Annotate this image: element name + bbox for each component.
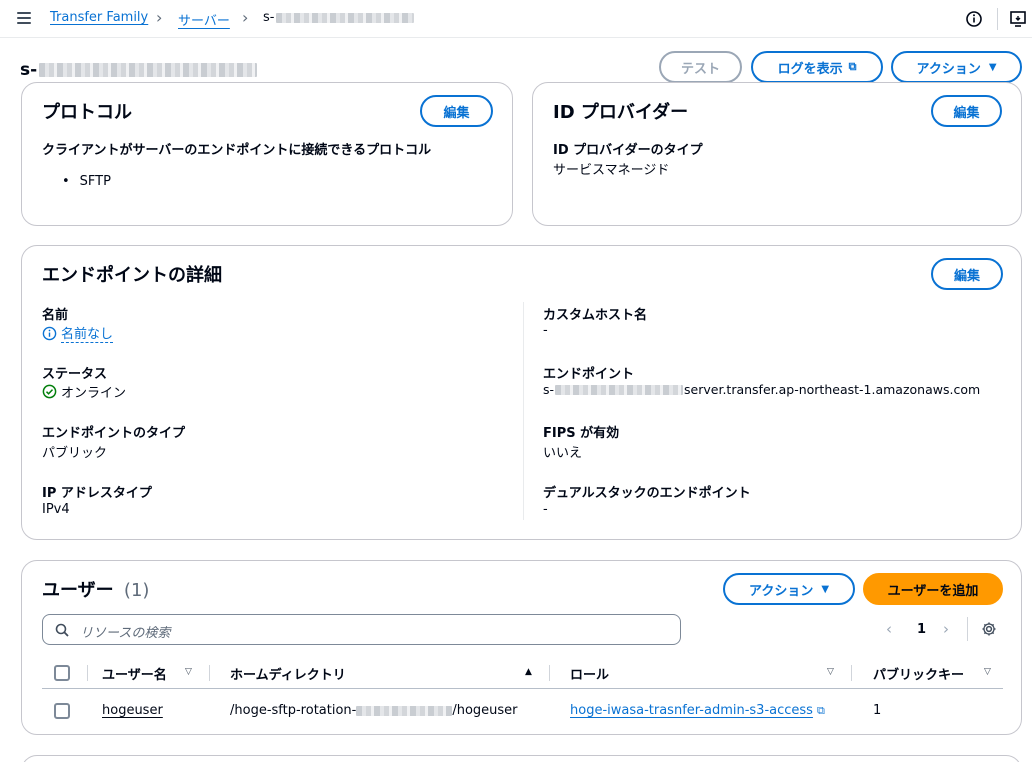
column-username[interactable]: ユーザー名	[102, 664, 167, 683]
chevron-right-icon: ›	[156, 8, 163, 27]
role-link[interactable]: hoge-iwasa-trasnfer-admin-s3-access ⧉	[570, 703, 825, 718]
endpoint-value: s-server.transfer.ap-northeast-1.amazona…	[543, 382, 981, 397]
sort-icon[interactable]: ▽	[984, 667, 991, 677]
external-link-icon: ⧉	[848, 60, 857, 73]
external-link-icon: ⧉	[816, 704, 825, 717]
sort-icon[interactable]: ▽	[827, 667, 834, 677]
select-all-checkbox[interactable]	[54, 665, 70, 681]
column-separator	[209, 665, 210, 681]
card-title: エンドポイントの詳細	[42, 265, 222, 286]
column-divider	[523, 302, 524, 520]
info-icon[interactable]	[964, 9, 984, 29]
success-check-icon	[42, 384, 57, 399]
custom-hostname-value: -	[543, 323, 548, 338]
sort-icon[interactable]: ▽	[185, 667, 192, 677]
card-title: ID プロバイダー	[553, 102, 689, 123]
column-separator	[851, 665, 852, 681]
current-page[interactable]: 1	[917, 622, 926, 637]
card-title: ユーザー (1)	[42, 580, 150, 601]
sort-ascending-icon[interactable]: ▲	[525, 667, 532, 677]
table-row: hogeuser /hoge-sftp-rotation-/hogeuser h…	[42, 691, 1003, 731]
next-section-card	[21, 755, 1022, 762]
protocols-label: クライアントがサーバーのエンドポイントに接続できるプロトコル	[42, 143, 432, 158]
settings-gear-icon[interactable]	[981, 621, 997, 637]
endpoint-type-label: エンドポイントのタイプ	[42, 426, 186, 441]
status-value: オンライン	[42, 382, 126, 401]
caret-down-icon: ▼	[821, 583, 830, 595]
ip-address-type-value: IPv4	[42, 502, 70, 517]
column-separator	[549, 665, 550, 681]
divider	[967, 617, 968, 641]
fips-value: いいえ	[543, 446, 583, 461]
divider	[997, 8, 998, 30]
endpoint-label: エンドポイント	[543, 367, 635, 382]
top-navigation: Transfer Family › サーバー › s-	[0, 0, 1032, 38]
view-logs-button[interactable]: ログを表示 ⧉	[751, 51, 883, 83]
chevron-right-icon: ›	[242, 8, 249, 27]
users-card: ユーザー (1) アクション ▼ ユーザーを追加 リソースの検索 ‹ 1 › ユー…	[21, 560, 1022, 735]
protocol-card: プロトコル 編集 クライアントがサーバーのエンドポイントに接続できるプロトコル …	[21, 82, 513, 226]
custom-hostname-label: カスタムホスト名	[543, 308, 648, 323]
caret-down-icon: ▼	[988, 61, 997, 73]
breadcrumb-transfer-family[interactable]: Transfer Family	[50, 10, 148, 25]
status-label: ステータス	[42, 367, 108, 382]
ip-address-type-label: IP アドレスタイプ	[42, 486, 152, 501]
public-keys-count: 1	[873, 703, 882, 718]
next-page-icon[interactable]: ›	[943, 620, 949, 638]
edit-button[interactable]: 編集	[420, 95, 493, 127]
test-button[interactable]: テスト	[659, 51, 742, 83]
table-header: ユーザー名 ▽ ホームディレクトリ ▲ ロール ▽ パブリックキー ▽	[42, 657, 1003, 689]
page-header: s- テスト ログを表示 ⧉ アクション ▼	[0, 48, 1032, 84]
actions-button[interactable]: アクション ▼	[891, 51, 1022, 83]
endpoint-type-value: パブリック	[42, 446, 108, 461]
search-input[interactable]: リソースの検索	[42, 614, 681, 645]
breadcrumb-current: s-	[263, 10, 415, 25]
idp-type-value: サービスマネージド	[553, 163, 670, 178]
info-icon	[42, 326, 57, 340]
column-public-keys[interactable]: パブリックキー	[873, 664, 964, 683]
home-directory-value: /hoge-sftp-rotation-/hogeuser	[230, 703, 518, 718]
search-icon	[55, 623, 69, 637]
page-title: s-	[20, 60, 258, 80]
name-value[interactable]: 名前なし	[42, 323, 114, 343]
card-title: プロトコル	[42, 102, 132, 123]
search-placeholder: リソースの検索	[80, 626, 171, 641]
users-count: (1)	[123, 580, 150, 601]
idp-type-label: ID プロバイダーのタイプ	[553, 143, 703, 158]
protocol-item: • SFTP	[62, 174, 111, 189]
fips-label: FIPS が有効	[543, 426, 620, 441]
edit-button[interactable]: 編集	[931, 95, 1002, 127]
name-label: 名前	[42, 308, 69, 323]
identity-provider-card: ID プロバイダー 編集 ID プロバイダーのタイプ サービスマネージド	[532, 82, 1022, 226]
column-separator	[87, 665, 88, 681]
menu-icon[interactable]	[17, 12, 31, 24]
column-home-directory[interactable]: ホームディレクトリ	[230, 664, 346, 683]
add-user-button[interactable]: ユーザーを追加	[863, 573, 1003, 605]
endpoint-details-card: エンドポイントの詳細 編集 名前 名前なし ステータス オンライン エンドポイン…	[21, 245, 1022, 540]
row-checkbox[interactable]	[54, 703, 70, 719]
previous-page-icon[interactable]: ‹	[886, 620, 892, 638]
column-role[interactable]: ロール	[570, 664, 609, 683]
dualstack-label: デュアルスタックのエンドポイント	[543, 486, 751, 501]
dualstack-value: -	[543, 502, 548, 517]
tools-panel-icon[interactable]	[1008, 9, 1028, 29]
users-actions-button[interactable]: アクション ▼	[723, 573, 855, 605]
edit-button[interactable]: 編集	[931, 258, 1003, 290]
username-link[interactable]: hogeuser	[102, 703, 163, 718]
breadcrumb-servers[interactable]: サーバー	[178, 10, 230, 29]
